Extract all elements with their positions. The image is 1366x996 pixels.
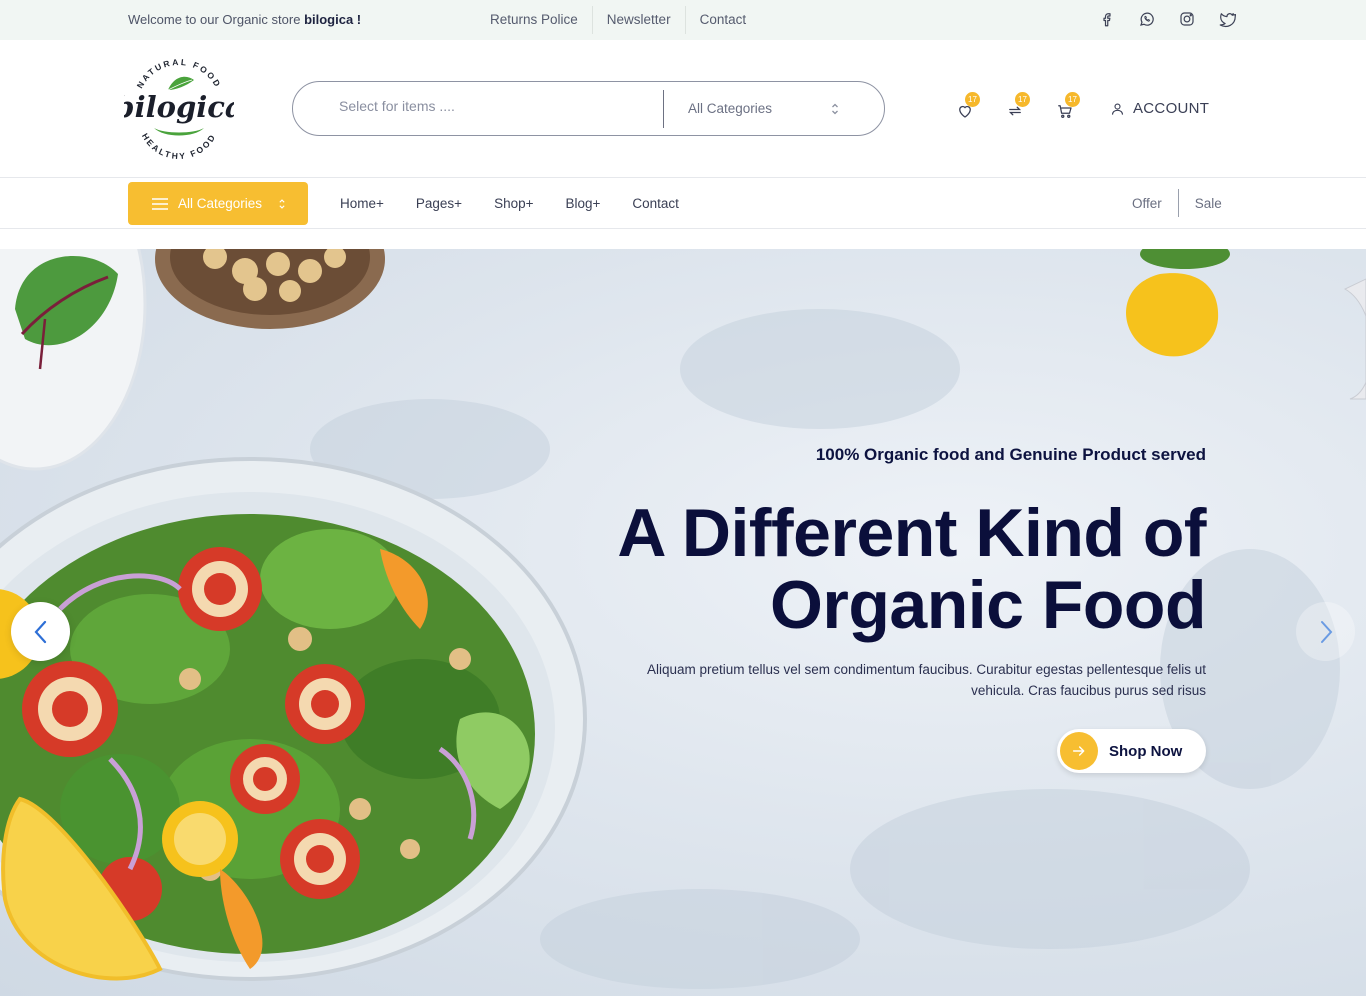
top-links: Returns Police Newsletter Contact: [476, 0, 760, 40]
chevron-right-icon: [1320, 620, 1332, 643]
wishlist-button[interactable]: 17: [956, 92, 982, 124]
main-nav: All Categories Home+ Pages+ Shop+ Blog+ …: [0, 179, 1366, 229]
social-links: [1098, 10, 1236, 28]
all-categories-label: All Categories: [178, 196, 263, 211]
facebook-icon[interactable]: [1098, 10, 1116, 28]
search-bar: All Categories: [292, 81, 885, 136]
nav-shop[interactable]: Shop+: [494, 196, 533, 211]
account-label: ACCOUNT: [1133, 100, 1210, 117]
sale-link[interactable]: Sale: [1179, 196, 1222, 211]
hero-description: Aliquam pretium tellus vel sem condiment…: [646, 662, 1206, 698]
whatsapp-icon[interactable]: [1138, 10, 1156, 28]
contact-link-top[interactable]: Contact: [684, 6, 761, 34]
hero-tagline: 100% Organic food and Genuine Product se…: [815, 445, 1206, 464]
compare-button[interactable]: 17: [1006, 92, 1032, 124]
welcome-message: Welcome to our Organic store bilogica !: [128, 12, 361, 27]
shop-now-button[interactable]: Shop Now: [1057, 729, 1206, 773]
select-arrows-icon: [279, 198, 285, 209]
newsletter-link[interactable]: Newsletter: [591, 6, 685, 34]
compare-count-badge: 17: [1015, 92, 1030, 107]
twitter-icon[interactable]: [1218, 10, 1236, 28]
logo-bottom-arc: HEALTHY FOOD: [140, 131, 216, 161]
select-arrows-icon[interactable]: [830, 101, 840, 117]
user-icon: [1111, 102, 1124, 115]
search-divider: [663, 90, 664, 128]
top-bar: Welcome to our Organic store bilogica ! …: [0, 0, 1366, 40]
arrow-right-icon: [1072, 746, 1085, 756]
cart-count-badge: 17: [1065, 92, 1080, 107]
nav-right-links: Offer Sale: [1132, 189, 1222, 217]
nav-contact[interactable]: Contact: [632, 196, 679, 211]
shop-arrow-circle: [1060, 732, 1098, 770]
cart-button[interactable]: 17: [1056, 92, 1082, 124]
returns-policy-link[interactable]: Returns Police: [476, 6, 592, 34]
offer-link[interactable]: Offer: [1132, 196, 1178, 211]
hero-headline: A Different Kind of Organic Food: [506, 497, 1206, 641]
nav-links: Home+ Pages+ Shop+ Blog+ Contact: [340, 179, 679, 227]
welcome-text: Welcome to our Organic store: [128, 12, 305, 27]
logo-wordmark: bilogica: [124, 90, 234, 124]
wishlist-count-badge: 17: [965, 92, 980, 107]
instagram-icon[interactable]: [1178, 10, 1196, 28]
shop-now-label: Shop Now: [1109, 742, 1183, 760]
search-input[interactable]: [339, 98, 639, 114]
chevron-left-icon: [34, 620, 46, 643]
nav-home[interactable]: Home+: [340, 196, 384, 211]
hero-headline-line1: A Different Kind of: [617, 495, 1206, 571]
all-categories-button[interactable]: All Categories: [128, 182, 308, 225]
account-button[interactable]: ACCOUNT: [1110, 100, 1209, 117]
slider-next-button[interactable]: [1296, 602, 1355, 661]
svg-text:HEALTHY FOOD: HEALTHY FOOD: [140, 131, 218, 161]
store-name: bilogica !: [304, 12, 362, 27]
brand-logo[interactable]: NATURAL FOOD HEALTHY FOOD bilogica: [124, 56, 234, 162]
hero-headline-line2: Organic Food: [770, 567, 1207, 643]
menu-icon: [152, 197, 168, 210]
category-select[interactable]: All Categories: [688, 101, 772, 116]
slider-prev-button[interactable]: [11, 602, 70, 661]
main-header: NATURAL FOOD HEALTHY FOOD bilogica All C…: [0, 40, 1366, 178]
nav-blog[interactable]: Blog+: [566, 196, 601, 211]
hero-slider: 100% Organic food and Genuine Product se…: [0, 249, 1366, 996]
nav-pages[interactable]: Pages+: [416, 196, 462, 211]
